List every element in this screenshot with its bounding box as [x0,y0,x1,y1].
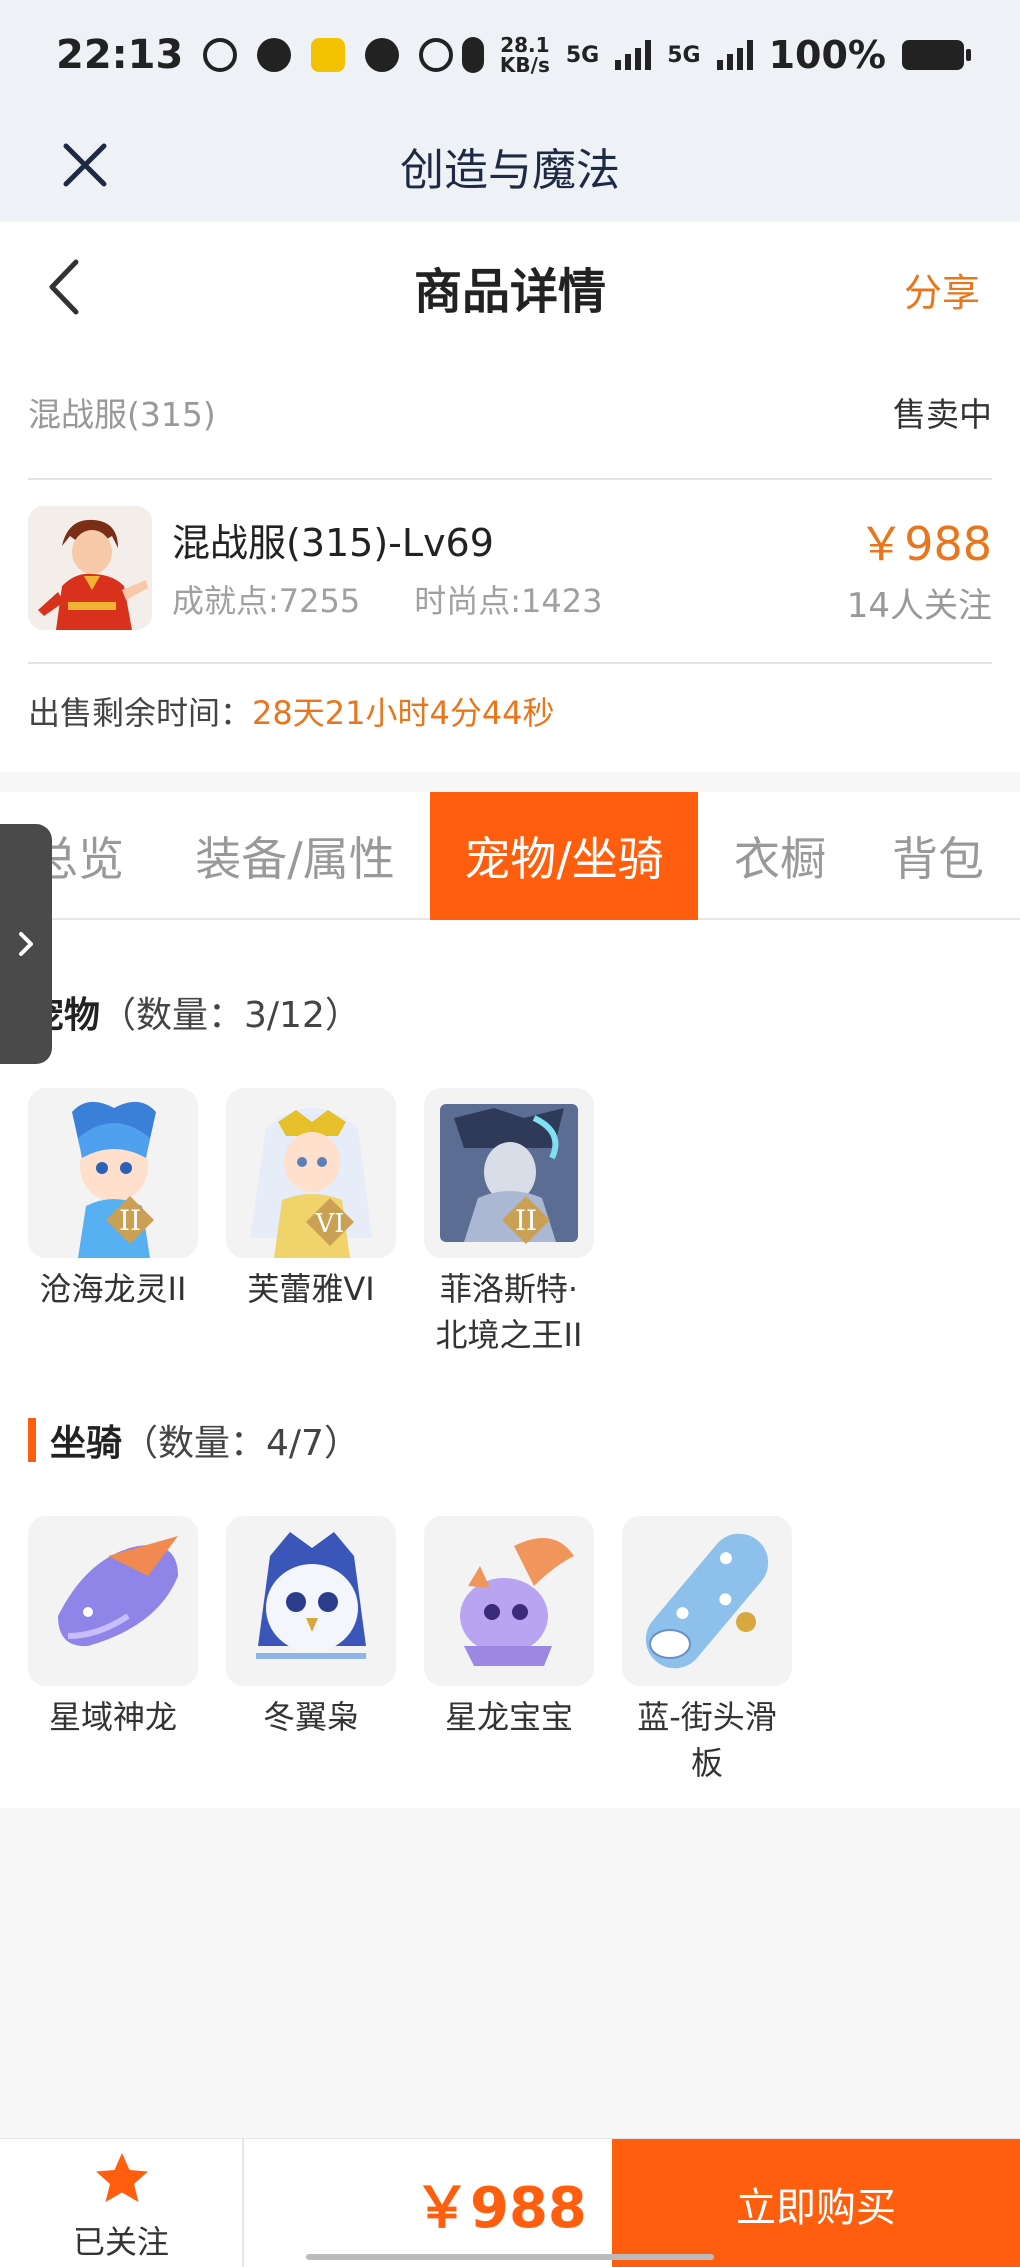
status-time: 22:13 [56,32,184,78]
achievement-points: 成就点:7255 [172,582,361,620]
home-indicator[interactable] [306,2254,714,2260]
battery-icon [902,40,971,70]
svg-text:II: II [119,1204,141,1237]
mount-item[interactable]: 冬翼枭 [226,1516,396,1740]
tab-wardrobe[interactable]: 衣橱 [712,792,848,920]
mount-thumbnail [424,1516,594,1686]
status-bar: 22:13 28.1 KB/s 5G 5G 100% [0,0,1020,110]
app-header: 创造与魔法 [0,110,1020,222]
mount-thumbnail [622,1516,792,1686]
time-left-value: 28天21小时4分44秒 [252,694,555,732]
listing-price: ￥988 [858,517,992,571]
notification-icons [203,38,454,72]
wechat-icon [257,38,292,72]
page-title: 商品详情 [413,264,606,320]
app-title: 创造与魔法 [400,145,620,196]
app-notification-icon [203,38,238,72]
pet-item[interactable]: VI 芙蕾雅VI [226,1088,396,1312]
game-notification-icon [311,38,346,72]
back-arrow-icon[interactable] [40,252,90,322]
follow-button[interactable]: 已关注 [0,2139,244,2267]
mounts-title: 坐骑 [50,1423,123,1464]
sim1-label: 5G [565,42,600,68]
microphone-icon [461,37,484,73]
tab-equipment[interactable]: 装备/属性 [172,792,418,920]
pet-item[interactable]: II 沧海龙灵II [28,1088,198,1312]
follow-label: 已关注 [72,2223,169,2261]
pet-thumbnail: VI [226,1088,396,1258]
pets-mounts-panel: 宠物 （数量：3/12） II 沧海龙灵II VI 芙蕾雅VI II 菲洛斯特·… [0,920,1020,1808]
mounts-section-title: 坐骑 （数量：4/7） [28,1414,360,1466]
server-row: 混战服(315) 售卖中 [28,382,992,442]
divider [28,662,992,664]
bottom-price: ￥988 [414,2176,587,2241]
mount-name: 蓝-街头滑板 [637,1698,777,1782]
tab-pets-mounts[interactable]: 宠物/坐骑 [430,792,698,920]
svg-text:VI: VI [314,1209,344,1239]
sale-status: 售卖中 [893,395,992,434]
mount-name: 星龙宝宝 [444,1698,573,1736]
time-left: 出售剩余时间：28天21小时4分44秒 [28,688,555,734]
tab-backpack[interactable]: 背包 [868,792,1008,920]
mount-thumbnail [226,1516,396,1686]
chevron-right-icon [19,932,33,956]
buy-now-button[interactable]: 立即购买 [612,2139,1020,2267]
star-icon [96,2153,148,2202]
network-speed: 28.1 KB/s [499,33,550,77]
missed-call-icon [419,38,454,72]
pet-thumbnail: II [28,1088,198,1258]
pet-thumbnail: II [424,1088,594,1258]
pets-count: （数量：3/12） [100,995,361,1036]
listing-info-card: 混战服(315) 售卖中 混战服(315)-Lv69 成就点:7255 时尚点:… [0,352,1020,772]
mounts-count: （数量：4/7） [122,1423,360,1464]
time-left-label: 出售剩余时间： [28,694,253,732]
mount-name: 星域神龙 [48,1698,177,1736]
signal-icon [716,40,753,70]
pet-item[interactable]: II 菲洛斯特·北境之王II [424,1088,594,1358]
mount-item[interactable]: 蓝-街头滑板 [622,1516,792,1786]
nav-bar: 商品详情 分享 [0,222,1020,352]
detail-tabs: 总览 装备/属性 宠物/坐骑 衣橱 背包 [0,792,1020,920]
character-avatar [28,506,152,630]
character-summary[interactable]: 混战服(315)-Lv69 成就点:7255 时尚点:1423 ￥988 14人… [28,506,992,636]
character-name: 混战服(315)-Lv69 [172,521,494,565]
signal-icon [615,40,652,70]
mount-item[interactable]: 星龙宝宝 [424,1516,594,1740]
mount-item[interactable]: 星域神龙 [28,1516,198,1740]
battery-level: 100% [768,33,886,77]
mount-name: 冬翼枭 [262,1698,359,1736]
character-stats: 成就点:7255 时尚点:1423 [172,576,602,622]
section-accent-bar [28,1418,36,1462]
pet-name: 菲洛斯特·北境之王II [435,1270,583,1354]
side-drawer-handle[interactable] [0,824,52,1064]
pet-name: 芙蕾雅VI [247,1270,375,1308]
close-icon[interactable] [60,132,110,192]
sim2-label: 5G [667,42,701,68]
pet-name: 沧海龙灵II [39,1270,187,1308]
mount-thumbnail [28,1516,198,1686]
message-icon [365,38,400,72]
follower-count: 14人关注 [846,586,992,626]
share-button[interactable]: 分享 [904,262,980,317]
bottom-action-bar: 已关注 ￥988 立即购买 [0,2138,1020,2267]
pets-section-title: 宠物 （数量：3/12） [28,986,361,1038]
server-name: 混战服(315) [28,395,216,434]
divider [28,478,992,480]
fashion-points: 时尚点:1423 [414,582,603,620]
svg-text:II: II [515,1204,537,1237]
